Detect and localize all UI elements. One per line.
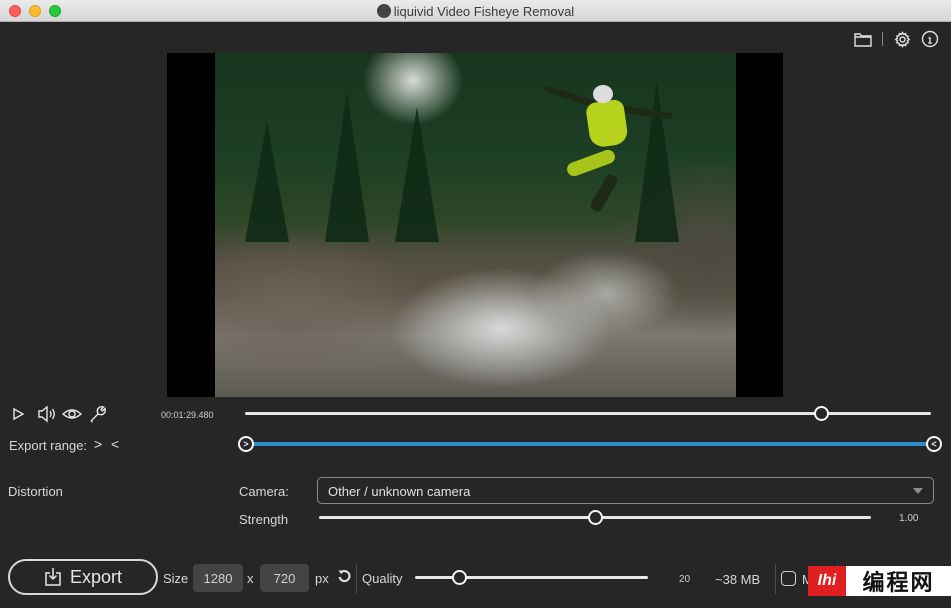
distortion-section-label: Distortion: [8, 484, 63, 499]
export-icon: [45, 568, 61, 586]
slider-track: [415, 576, 648, 579]
slider-knob[interactable]: [814, 406, 830, 421]
slider-knob[interactable]: [452, 570, 468, 585]
divider: [356, 564, 357, 594]
timecode: 00:01:29.480: [161, 410, 214, 420]
top-toolbar: [854, 30, 939, 48]
camera-select[interactable]: Other / unknown camera: [317, 477, 934, 504]
gear-icon[interactable]: [893, 30, 911, 48]
strength-slider[interactable]: [319, 509, 871, 525]
reset-size-icon[interactable]: [337, 569, 352, 589]
playback-controls: 00:01:29.480: [0, 405, 951, 425]
figure-leg: [589, 172, 620, 213]
jumper-figure: [543, 81, 674, 231]
figure-head: [593, 84, 614, 103]
title-bar: liquivid Video Fisheye Removal: [0, 0, 951, 22]
width-input[interactable]: [193, 564, 243, 592]
folder-icon[interactable]: [854, 30, 872, 48]
tree-shape: [325, 92, 369, 243]
camera-label: Camera:: [239, 484, 289, 499]
quality-slider[interactable]: [415, 569, 648, 585]
divider: [775, 564, 776, 594]
export-range-label: Export range:: [9, 438, 88, 453]
export-button[interactable]: Export: [8, 559, 158, 595]
range-start-handle[interactable]: >: [238, 436, 254, 452]
watermark-logo: Ihi: [808, 566, 846, 596]
watermark-text: 编程网: [862, 570, 935, 595]
size-x-label: x: [247, 571, 254, 586]
option-checkbox[interactable]: [781, 571, 796, 586]
tree-shape: [245, 122, 289, 243]
window-title: liquivid Video Fisheye Removal: [0, 4, 951, 19]
info-icon[interactable]: [921, 30, 939, 48]
toolbar-divider: [882, 32, 883, 46]
export-range-track[interactable]: [246, 442, 934, 446]
play-icon[interactable]: [10, 405, 28, 423]
strength-label: Strength: [239, 512, 289, 527]
range-end-handle[interactable]: <: [926, 436, 942, 452]
video-preview[interactable]: [167, 53, 783, 397]
app-icon: [376, 4, 391, 18]
estimated-size: ~38 MB: [715, 572, 761, 587]
height-input[interactable]: [260, 564, 309, 592]
size-label: Size: [163, 571, 189, 586]
set-range-end-button[interactable]: <: [111, 436, 119, 452]
eye-icon[interactable]: [61, 405, 83, 423]
export-range-row: Export range: > < > <: [0, 435, 951, 455]
wrench-icon[interactable]: [89, 405, 107, 423]
camera-select-value: Other / unknown camera: [328, 484, 471, 499]
px-unit-label: px: [315, 571, 329, 586]
set-range-start-button[interactable]: >: [94, 436, 102, 452]
window-title-text: liquivid Video Fisheye Removal: [393, 4, 575, 19]
figure-body: [585, 98, 630, 148]
playback-position-slider[interactable]: [245, 405, 931, 421]
slider-knob[interactable]: [588, 510, 603, 525]
export-button-label: Export: [69, 566, 123, 587]
volume-icon[interactable]: [37, 405, 57, 423]
video-frame: [215, 53, 736, 397]
watermark: Ihi 编程网: [808, 566, 951, 596]
main-window: 00:01:29.480 Export range: > < > < Disto…: [0, 22, 951, 608]
tree-shape: [395, 107, 439, 243]
chevron-down-icon: [913, 488, 923, 494]
quality-value: 20: [679, 574, 691, 585]
strength-value: 1.00: [899, 513, 919, 524]
quality-label: Quality: [362, 571, 403, 586]
